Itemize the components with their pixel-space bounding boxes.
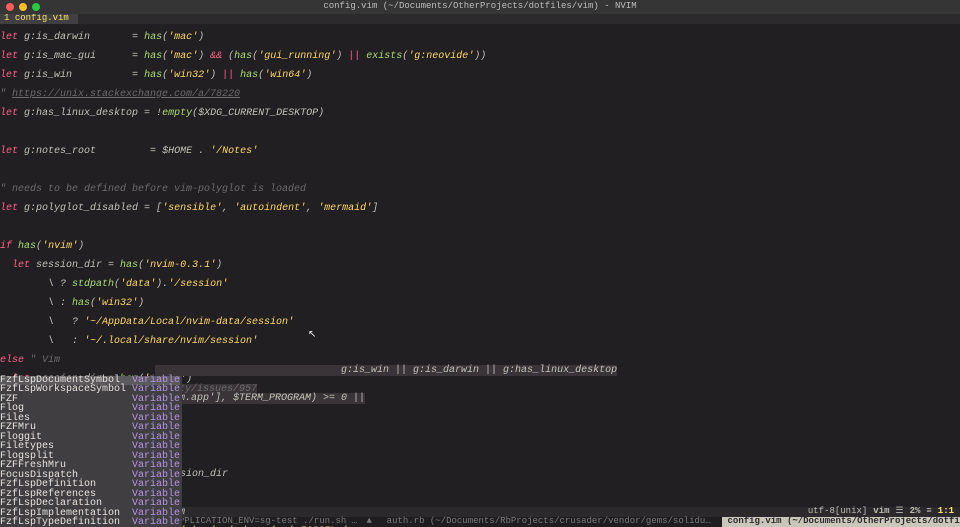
code-text: ,: [222, 203, 234, 214]
code-text: g:polyglot_disabled: [18, 203, 144, 214]
kw-let: let: [0, 260, 30, 271]
code-text: =: [108, 260, 120, 271]
code-text: session_dir: [30, 260, 108, 271]
code-text: ): [198, 51, 210, 62]
code-text: ): [318, 108, 324, 119]
code-text: ).: [156, 279, 168, 290]
code-text: =: [132, 51, 144, 62]
code-text: ||: [222, 70, 234, 81]
comment: " Vim: [24, 355, 60, 366]
code-text: =: [132, 32, 144, 43]
code-text: $HOME: [162, 146, 192, 157]
code-text: '/session': [168, 279, 228, 290]
code-text: \ :: [0, 298, 72, 309]
code-text: = !: [144, 108, 162, 119]
code-text: &&: [210, 51, 222, 62]
code-text: .: [192, 146, 210, 157]
code-text: g:notes_root: [18, 146, 150, 157]
code-text: ): [198, 32, 204, 43]
code-text: g:has_linux_desktop: [18, 108, 144, 119]
completion-item[interactable]: FzfLspTypeDefinition Variable: [0, 518, 180, 527]
code-text: ||: [348, 51, 360, 62]
tab-current[interactable]: 1 config.vim: [0, 14, 78, 24]
code-text: '/Notes': [210, 146, 258, 157]
code-text: has: [72, 298, 90, 309]
mouse-cursor-icon: ↖: [308, 331, 316, 341]
tab-index: 1: [4, 14, 9, 24]
code-text: \ ?: [0, 317, 84, 328]
code-text: =: [150, 146, 162, 157]
editor-viewport[interactable]: let g:is_darwin = has('mac') let g:is_ma…: [0, 24, 960, 508]
code-text: ): [306, 70, 312, 81]
tabline: 1 config.vim: [0, 14, 960, 24]
code-text: 'mermaid': [318, 203, 372, 214]
code-text: has: [144, 32, 162, 43]
code-text: 'win32': [96, 298, 138, 309]
tab-filename: config.vim: [15, 14, 69, 24]
code-text: empty: [162, 108, 192, 119]
kw-let: let: [0, 70, 18, 81]
code-text: \ :: [0, 336, 84, 347]
code-text: ): [78, 241, 84, 252]
code-text: ]: [372, 203, 378, 214]
code-text: =: [132, 70, 144, 81]
code-text: g:is_darwin: [18, 32, 132, 43]
code-text: 'nvim-0.3.1': [144, 260, 216, 271]
kw-if: if: [0, 241, 12, 252]
kw-let: let: [0, 203, 18, 214]
code-text: ): [216, 260, 222, 271]
comment: " needs to be defined before vim-polyglo…: [0, 184, 306, 195]
code-text: $XDG_CURRENT_DESKTOP: [198, 108, 318, 119]
completion-popup[interactable]: FzfLspDocumentSymbol VariableFzfLspWorks…: [0, 376, 182, 527]
code-text: ,: [306, 203, 318, 214]
code-text: 'mac': [168, 51, 198, 62]
code-text: stdpath: [72, 279, 114, 290]
code-text: has: [240, 70, 258, 81]
window-titlebar: config.vim (~/Documents/OtherProjects/do…: [0, 0, 960, 14]
code-text: ): [336, 51, 348, 62]
code-text: ): [210, 70, 222, 81]
window-title: config.vim (~/Documents/OtherProjects/do…: [0, 2, 960, 12]
code-text: '~/.local/share/nvim/session': [84, 336, 258, 347]
code-text: has: [18, 241, 36, 252]
code-text: \ ?: [0, 279, 72, 290]
code-text: '~/AppData/Local/nvim-data/session': [84, 317, 294, 328]
code-text: has: [144, 51, 162, 62]
kw-let: let: [0, 32, 18, 43]
code-text: 'autoindent': [234, 203, 306, 214]
code-text: exists: [366, 51, 402, 62]
code-text: has: [144, 70, 162, 81]
comment-url: https://unix.stackexchange.com/a/78220: [12, 89, 240, 100]
kw-let: let: [0, 51, 18, 62]
kw-let: let: [0, 146, 18, 157]
code-text: g:is_mac_gui: [18, 51, 132, 62]
kw-else: else: [0, 355, 24, 366]
code-text: 'win32': [168, 70, 210, 81]
code-text: g:is_win || g:is_darwin || g:has_linux_d…: [155, 365, 617, 376]
code-text: g:is_win: [18, 70, 132, 81]
code-text: 'mac': [168, 32, 198, 43]
code-text: 'win64': [264, 70, 306, 81]
code-text: 'data': [120, 279, 156, 290]
code-text: 'gui_running': [258, 51, 336, 62]
code-text: has: [120, 260, 138, 271]
code-text: = [: [144, 203, 162, 214]
code-text: 'g:neovide': [408, 51, 474, 62]
code-text: ): [138, 298, 144, 309]
code-text: has: [234, 51, 252, 62]
code-text: Term.app'], $TERM_PROGRAM) >= 0 ||: [155, 393, 365, 404]
code-text: )): [474, 51, 486, 62]
kw-let: let: [0, 108, 18, 119]
code-text: (: [222, 51, 234, 62]
code-text: 'sensible': [162, 203, 222, 214]
comment: ": [0, 89, 12, 100]
code-text: 'nvim': [42, 241, 78, 252]
